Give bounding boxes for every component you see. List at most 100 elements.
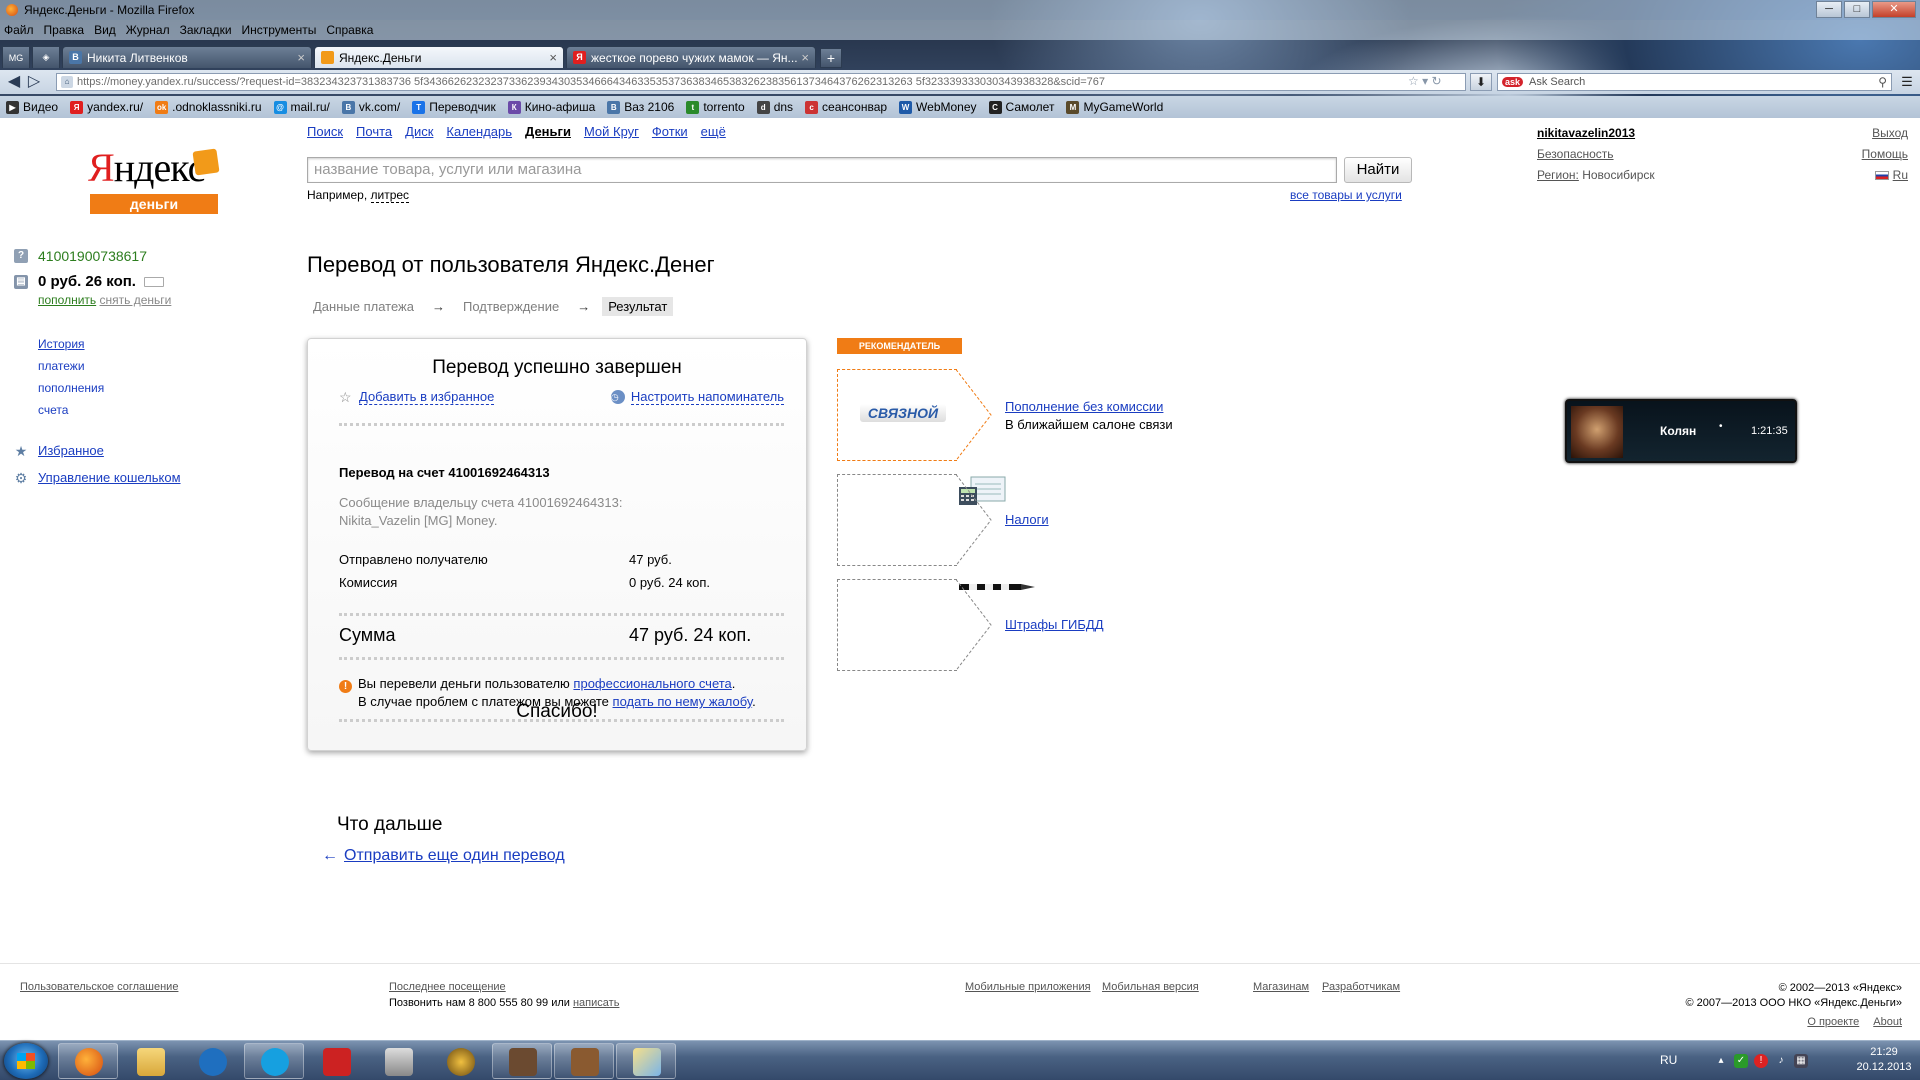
menu-history[interactable]: Журнал [126,23,170,37]
yandex-money-logo[interactable]: Яндекс деньги [88,148,220,214]
nav-accounts[interactable]: счета [38,403,68,417]
language-indicator[interactable]: RU [1660,1053,1677,1067]
developers-link[interactable]: Разработчикам [1322,981,1400,993]
send-again-link[interactable]: Отправить еще один перевод [344,847,565,864]
bookmark-item[interactable]: К Кино-афиша [507,100,595,114]
region-label[interactable]: Регион: [1537,168,1579,182]
bookmark-item[interactable]: Яyandex.ru/ [70,100,143,114]
menu-file[interactable]: Файл [4,23,34,37]
media-widget[interactable]: Колян • 1:21:35 [1565,399,1797,463]
service-link[interactable]: Фотки [652,124,688,139]
service-link[interactable]: Деньги [525,124,571,139]
taskbar-paint[interactable] [616,1043,676,1079]
bookmark-item[interactable]: B Ваз 2106 [607,100,674,114]
service-link[interactable]: Мой Круг [584,124,639,139]
withdraw-link[interactable]: снять деньги [100,293,172,307]
reload-icon[interactable]: ↻ [1431,74,1441,88]
site-identity-icon[interactable]: ⌂ [61,76,73,88]
start-button[interactable] [4,1043,48,1079]
taskbar-window[interactable] [368,1043,428,1079]
bookmark-star-icon[interactable]: ☆ [1408,74,1419,88]
menu-bookmarks[interactable]: Закладки [180,23,232,37]
mobile-version-link[interactable]: Мобильная версия [1102,981,1199,993]
ask-engine-icon[interactable]: ask [1502,77,1524,87]
pinned-tab-mg[interactable]: MG [2,46,30,68]
rec-link-fines[interactable]: Штрафы ГИБДД [1005,617,1104,632]
pinned-tab-2[interactable]: ◈ [32,46,60,68]
dropdown-icon[interactable]: ▾ [1422,74,1428,88]
favorites-link[interactable]: Избранное [38,437,104,464]
rec-link-topup[interactable]: Пополнение без комиссии [1005,399,1163,414]
about-project-link[interactable]: О проекте [1807,1016,1859,1028]
bookmark-item[interactable]: ▶ Видео [6,100,58,114]
professional-account-link[interactable]: профессионального счета [573,676,731,691]
example-link[interactable]: литрес [370,188,410,203]
volume-icon[interactable]: ♪ [1774,1054,1788,1068]
find-button[interactable]: Найти [1344,157,1412,183]
rec-item-taxes[interactable]: Налоги [837,474,1327,566]
service-link[interactable]: Почта [356,124,392,139]
help-link[interactable]: Помощь [1862,147,1908,161]
search-icon[interactable]: ⚲ [1878,75,1887,89]
bookmark-item[interactable]: M MyGameWorld [1066,100,1163,114]
taskbar-explorer[interactable] [120,1043,180,1079]
tray-check-icon[interactable]: ✓ [1734,1054,1748,1068]
all-goods-link[interactable]: все товары и услуги [1290,188,1402,202]
bookmark-item[interactable]: T Переводчик [412,100,496,114]
service-link[interactable]: Диск [405,124,433,139]
url-bar[interactable]: ⌂ https://money.yandex.ru/success/?reque… [56,73,1466,91]
product-search-input[interactable]: название товара, услуги или магазина [307,157,1337,183]
menu-help[interactable]: Справка [326,23,373,37]
service-link[interactable]: Поиск [307,124,343,139]
question-icon[interactable]: ? [14,249,28,263]
close-button[interactable]: ✕ [1872,1,1916,18]
close-icon[interactable]: × [297,50,305,65]
service-link[interactable]: Календарь [446,124,512,139]
bookmark-item[interactable]: С Самолет [988,100,1054,114]
minimize-button[interactable]: ─ [1816,1,1842,18]
tab-yandex-search[interactable]: Я жесткое порево чужих мамок — Ян... × [566,46,816,68]
taskbar-app[interactable] [306,1043,366,1079]
close-icon[interactable]: × [549,50,557,65]
add-favorite-link[interactable]: Добавить в избранное [359,389,495,405]
bookmark-item[interactable]: с сеансонвар [805,100,887,114]
rec-link-taxes[interactable]: Налоги [1005,512,1049,527]
menu-icon[interactable]: ☰ [1898,73,1916,91]
user-agreement-link[interactable]: Пользовательское соглашение [20,981,178,993]
shops-link[interactable]: Магазинам [1253,981,1309,993]
bookmark-item[interactable]: W WebMoney [899,100,977,114]
taskbar-skype[interactable] [244,1043,304,1079]
menu-tools[interactable]: Инструменты [242,23,317,37]
rec-item-svyaznoy[interactable]: СВЯЗНОЙ Пополнение без комиссии В ближай… [837,369,1327,461]
nav-history[interactable]: История [38,337,85,351]
logout-link[interactable]: Выход [1872,126,1908,140]
menu-edit[interactable]: Правка [44,23,85,37]
bookmark-item[interactable]: t torrento [686,100,745,114]
security-link[interactable]: Безопасность [1537,147,1614,161]
bookmark-item[interactable]: @ mail.ru/ [273,100,330,114]
set-reminder-link[interactable]: Настроить напоминатель [630,389,784,405]
write-link[interactable]: написать [573,997,619,1009]
lang-link[interactable]: Ru [1893,168,1908,182]
download-icon[interactable]: ⬇ [1470,73,1492,91]
close-icon[interactable]: × [801,50,809,65]
taskbar-teamviewer[interactable] [182,1043,242,1079]
taskbar-warcraft[interactable] [430,1043,490,1079]
maximize-button[interactable]: □ [1844,1,1870,18]
new-tab-button[interactable]: + [820,48,842,68]
taskbar-game-1[interactable] [492,1043,552,1079]
rec-item-fines[interactable]: Штрафы ГИБДД [837,579,1327,671]
menu-view[interactable]: Вид [94,23,116,37]
last-visit-link[interactable]: Последнее посещение [389,981,506,993]
clock[interactable]: 21:29 20.12.2013 [1854,1045,1914,1075]
nav-topups[interactable]: пополнения [38,381,104,395]
nav-payments[interactable]: платежи [38,359,85,373]
wallet-settings-link[interactable]: Управление кошельком [38,464,181,491]
taskbar-game-2[interactable] [554,1043,614,1079]
bookmark-item[interactable]: Bvk.com/ [341,100,400,114]
service-link[interactable]: ещё [701,124,726,139]
network-icon[interactable]: ▦ [1794,1054,1808,1068]
tray-expand-icon[interactable]: ▴ [1714,1054,1728,1068]
bookmark-item[interactable]: d dns [756,100,793,114]
username-link[interactable]: nikitavazelin2013 [1537,126,1635,140]
